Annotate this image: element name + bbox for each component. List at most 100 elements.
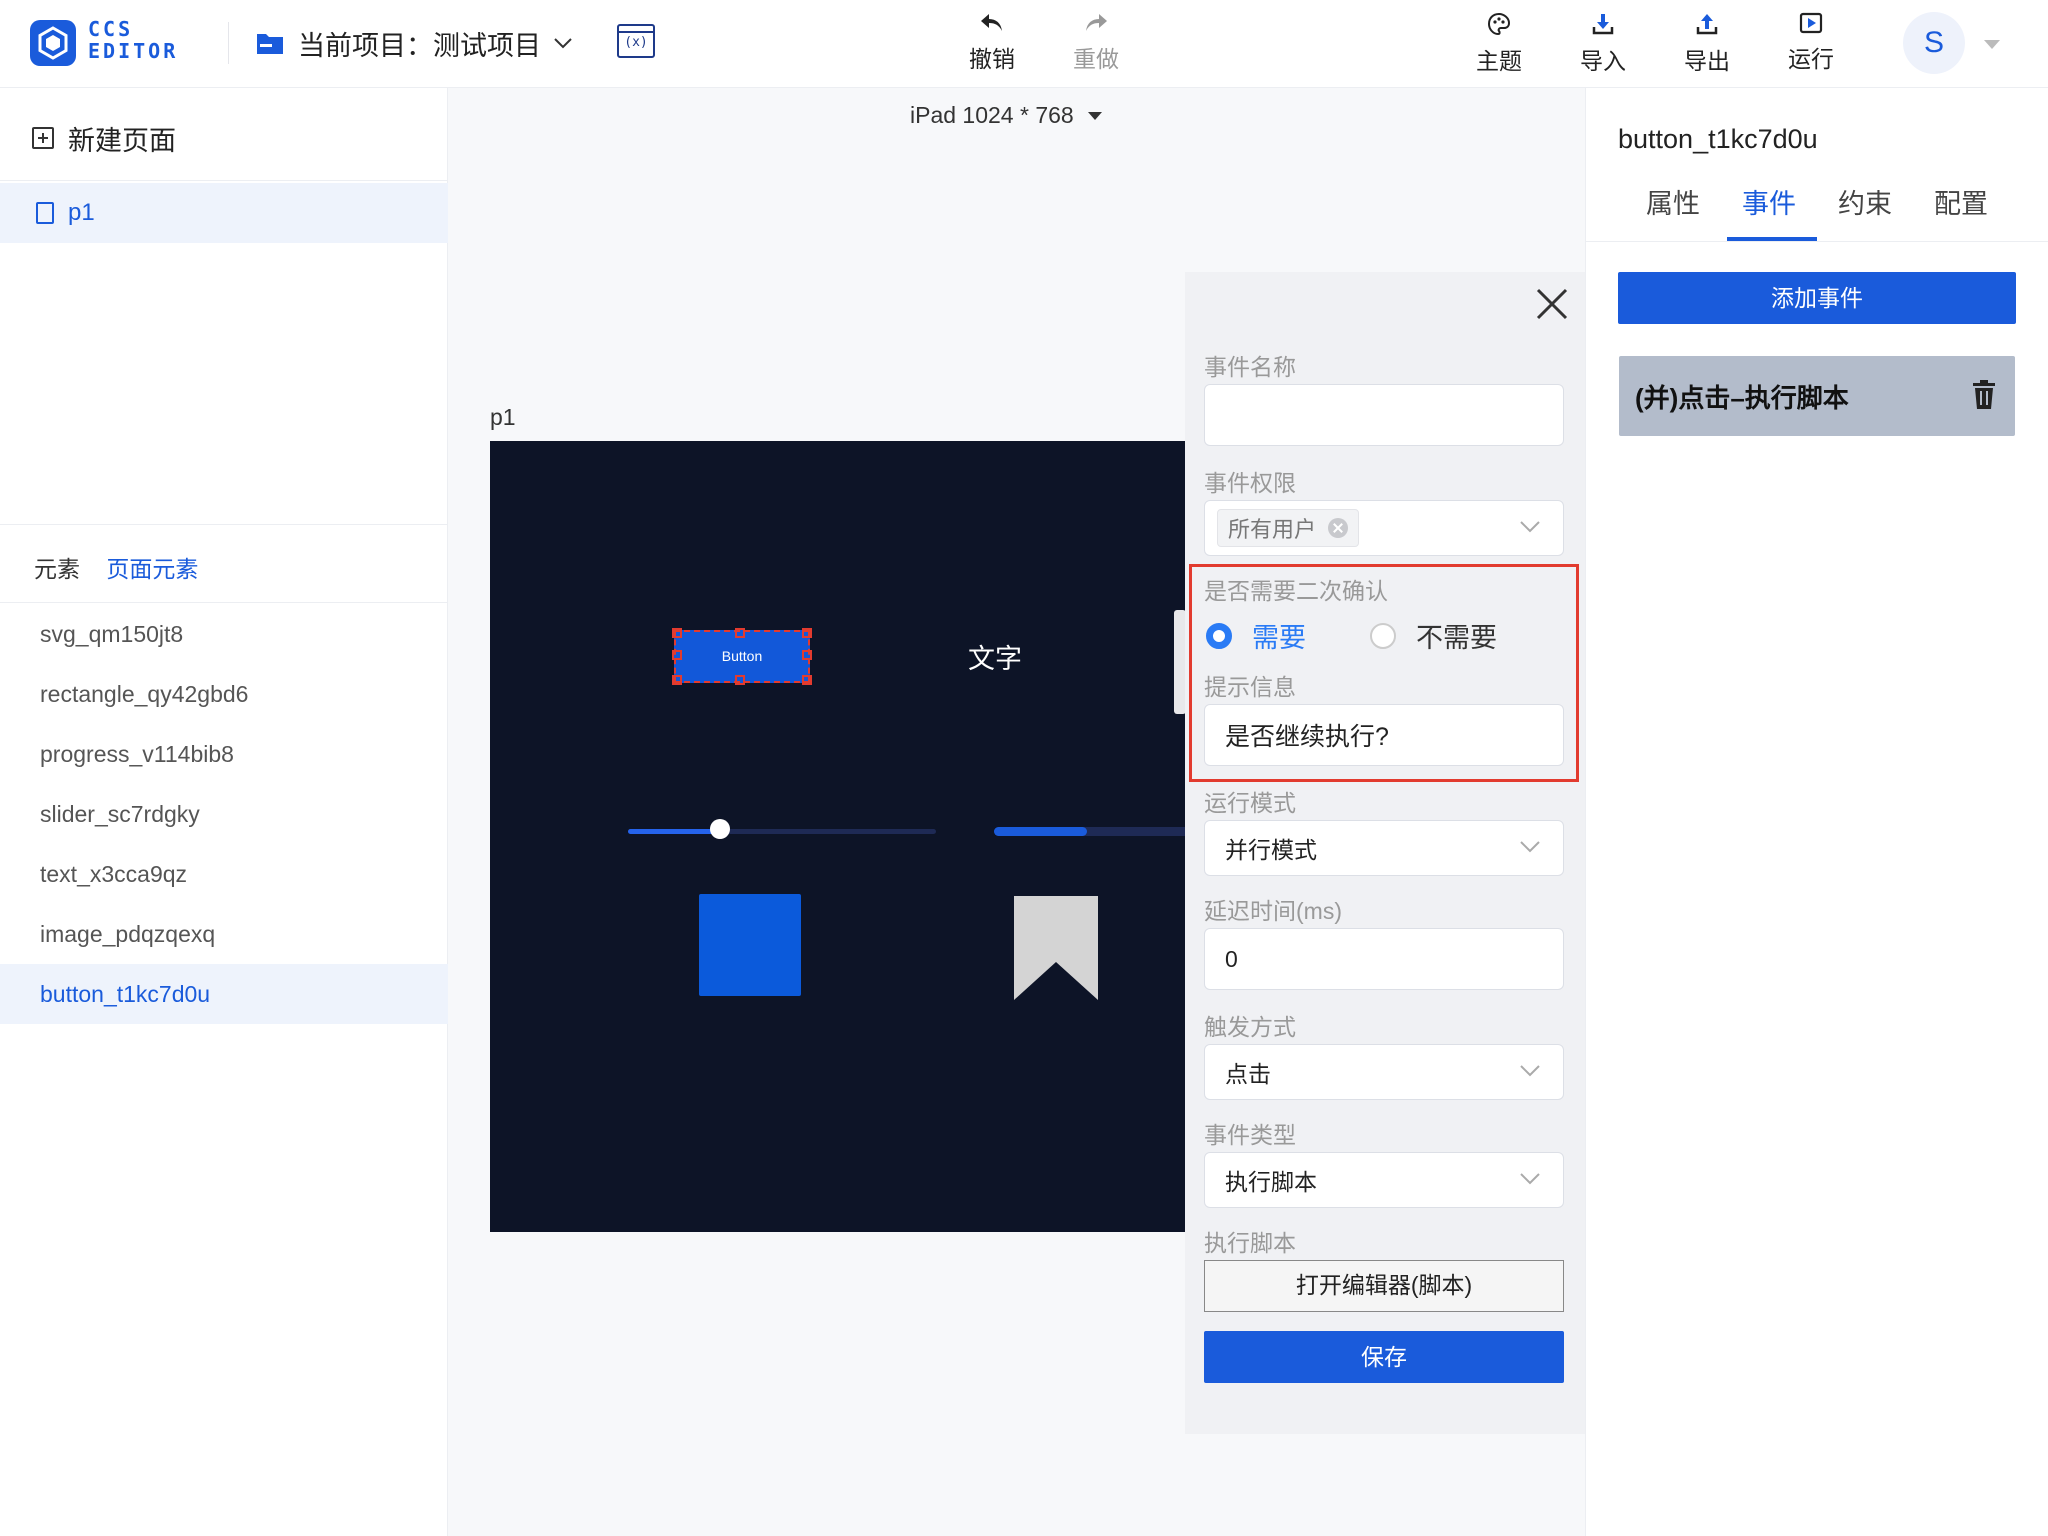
import-label: 导入 — [1580, 48, 1626, 74]
tip-input[interactable]: 是否继续执行? — [1204, 704, 1564, 766]
undo-label: 撤销 — [969, 46, 1015, 72]
canvas-image-placeholder-icon[interactable] — [1014, 896, 1098, 1000]
close-icon[interactable] — [1532, 284, 1572, 324]
tab-properties[interactable]: 属性 — [1646, 182, 1700, 221]
event-name-label: 事件名称 — [1204, 354, 1296, 380]
project-label: 当前项目：测试项目 — [298, 30, 541, 61]
page-item-p1[interactable]: p1 — [0, 183, 448, 243]
event-type-select[interactable]: 执行脚本 — [1204, 1152, 1564, 1208]
canvas-progress-element[interactable] — [994, 827, 1185, 836]
page-item-label: p1 — [68, 199, 95, 226]
trigger-select[interactable]: 点击 — [1204, 1044, 1564, 1100]
new-page-button[interactable]: 新建页面 — [32, 118, 176, 158]
caret-down-icon[interactable] — [1984, 40, 2000, 49]
script-label: 执行脚本 — [1204, 1230, 1296, 1256]
tab-events[interactable]: 事件 — [1742, 182, 1796, 221]
trigger-value: 点击 — [1225, 1061, 1271, 1087]
folder-icon — [257, 34, 283, 54]
element-item[interactable]: rectangle_qy42gbd6 — [0, 664, 448, 724]
undo-button[interactable]: 撤销 — [952, 12, 1032, 74]
chevron-down-icon — [1520, 841, 1540, 853]
tab-config[interactable]: 配置 — [1934, 182, 1988, 221]
event-name-input[interactable] — [1204, 384, 1564, 446]
trash-icon[interactable] — [1971, 380, 1997, 410]
element-item[interactable]: text_x3cca9qz — [0, 844, 448, 904]
event-type-value: 执行脚本 — [1225, 1169, 1317, 1195]
canvas-button-element[interactable]: Button — [672, 628, 812, 685]
resize-handle[interactable] — [672, 628, 682, 638]
event-type-label: 事件类型 — [1204, 1122, 1296, 1148]
element-item[interactable]: image_pdqzqexq — [0, 904, 448, 964]
resize-handle[interactable] — [672, 675, 682, 685]
radio-label: 需要 — [1252, 623, 1306, 653]
resize-handle[interactable] — [802, 628, 812, 638]
resize-handle[interactable] — [672, 650, 682, 660]
delay-input[interactable]: 0 — [1204, 928, 1564, 990]
element-item[interactable]: svg_qm150jt8 — [0, 604, 448, 664]
element-item-selected[interactable]: button_t1kc7d0u — [0, 964, 448, 1024]
chevron-down-icon — [1520, 1065, 1540, 1077]
save-button[interactable]: 保存 — [1204, 1331, 1564, 1383]
device-label: iPad 1024 * 768 — [910, 102, 1074, 128]
export-button[interactable]: 导出 — [1667, 12, 1747, 76]
top-toolbar: CCS EDITOR 当前项目：测试项目 (x) 撤销 重做 主题 导入 导出 … — [0, 0, 2048, 88]
theme-button[interactable]: 主题 — [1459, 12, 1539, 76]
slider-thumb[interactable] — [710, 819, 731, 839]
tab-constraints[interactable]: 约束 — [1838, 182, 1892, 221]
chevron-down-icon — [1520, 521, 1540, 533]
delay-label: 延迟时间(ms) — [1204, 898, 1342, 924]
open-script-editor-button[interactable]: 打开编辑器(脚本) — [1204, 1260, 1564, 1312]
permission-tag: 所有用户 — [1217, 509, 1360, 547]
project-selector[interactable]: 当前项目：测试项目 — [256, 22, 573, 64]
progress-fill — [994, 827, 1087, 836]
variables-button[interactable]: (x) — [617, 24, 655, 58]
confirm-label: 是否需要二次确认 — [1204, 578, 1388, 604]
resize-handle[interactable] — [735, 675, 745, 685]
radio-need-confirm[interactable]: 需要 — [1206, 616, 1306, 655]
undo-icon — [981, 14, 1002, 31]
element-item[interactable]: slider_sc7rdgky — [0, 784, 448, 844]
tab-elements[interactable]: 元素 — [34, 556, 80, 582]
play-icon — [1799, 12, 1823, 34]
resize-handle[interactable] — [802, 675, 812, 685]
trigger-label: 触发方式 — [1204, 1014, 1296, 1040]
radio-unchecked-icon — [1370, 622, 1396, 649]
canvas-text-element[interactable]: 文字 — [968, 637, 1022, 676]
divider — [228, 22, 229, 64]
radio-no-confirm[interactable]: 不需要 — [1370, 616, 1497, 655]
run-label: 运行 — [1788, 46, 1834, 72]
run-mode-select[interactable]: 并行模式 — [1204, 820, 1564, 876]
event-list-item[interactable]: (并)点击–执行脚本 — [1619, 356, 2015, 436]
divider — [0, 180, 448, 181]
user-avatar[interactable]: S — [1903, 12, 1965, 74]
logo-text-line1: CCS — [88, 17, 134, 41]
divider — [0, 602, 448, 603]
tab-page-elements[interactable]: 页面元素 — [106, 556, 198, 582]
import-icon — [1592, 14, 1614, 35]
resize-handle[interactable] — [802, 650, 812, 660]
event-permission-select[interactable]: 所有用户 — [1204, 500, 1564, 556]
device-selector[interactable]: iPad 1024 * 768 — [910, 102, 1102, 129]
divider — [1585, 241, 2048, 242]
theme-label: 主题 — [1476, 48, 1522, 74]
hexagon-logo-icon — [38, 26, 68, 60]
document-icon — [36, 202, 54, 224]
design-canvas[interactable]: Button 文字 — [490, 441, 1185, 1232]
left-sidebar: 新建页面 p1 元素 页面元素 svg_qm150jt8 rectangle_q… — [0, 88, 448, 1536]
permission-tag-label: 所有用户 — [1228, 517, 1317, 542]
canvas-slider-element[interactable] — [628, 829, 936, 834]
export-icon — [1696, 14, 1718, 35]
run-mode-label: 运行模式 — [1204, 790, 1296, 816]
element-item[interactable]: progress_v114bib8 — [0, 724, 448, 784]
tag-remove-icon[interactable] — [1328, 518, 1349, 538]
add-event-button[interactable]: 添加事件 — [1618, 272, 2016, 324]
import-button[interactable]: 导入 — [1563, 12, 1643, 76]
ccs-editor-logo — [30, 20, 76, 66]
resize-handle[interactable] — [735, 628, 745, 638]
chevron-down-icon — [554, 38, 572, 49]
redo-button[interactable]: 重做 — [1056, 12, 1136, 74]
radio-label: 不需要 — [1416, 623, 1497, 653]
canvas-rectangle-element[interactable] — [699, 894, 801, 996]
run-button[interactable]: 运行 — [1771, 12, 1851, 74]
tip-label: 提示信息 — [1204, 674, 1296, 700]
